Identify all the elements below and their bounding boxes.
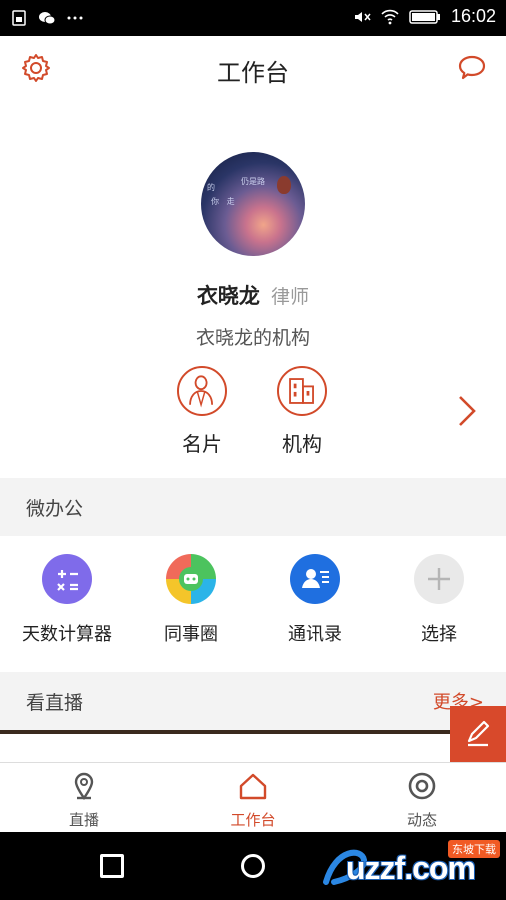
chevron-right-icon[interactable] bbox=[456, 394, 480, 428]
live-pin-icon bbox=[74, 772, 94, 801]
micro-office-header: 微办公 bbox=[0, 478, 506, 536]
micro-office-title: 微办公 bbox=[26, 498, 84, 520]
organization-label: 机构 bbox=[282, 432, 322, 456]
contacts-button[interactable]: 通讯录 bbox=[252, 554, 378, 646]
profile-name-row: 衣晓龙 律师 bbox=[0, 280, 506, 310]
battery-icon bbox=[409, 9, 440, 24]
profile-name: 衣晓龙 bbox=[196, 284, 260, 308]
profile-organization: 衣晓龙的机构 bbox=[195, 327, 310, 349]
nav-workbench-label: 工作台 bbox=[230, 811, 276, 829]
live-header: 看直播 更多> bbox=[0, 672, 506, 730]
colleague-circle-button[interactable]: 同事圈 bbox=[128, 554, 254, 646]
colleague-circle-label: 同事圈 bbox=[164, 624, 218, 645]
bottom-nav: 直播 工作台 动态 bbox=[0, 762, 506, 832]
person-card-icon bbox=[189, 375, 214, 408]
micro-office-grid: 天数计算器 同事圈 通讯录 选择 bbox=[0, 536, 506, 672]
wifi-icon bbox=[381, 9, 399, 24]
organization-button[interactable]: 机构 bbox=[262, 366, 342, 457]
add-app-label: 选择 bbox=[421, 624, 457, 645]
nav-feed[interactable]: 动态 bbox=[372, 771, 472, 830]
watermark-text: uzzf.com bbox=[346, 850, 476, 886]
nav-live-label: 直播 bbox=[68, 811, 99, 829]
day-calculator-button[interactable]: 天数计算器 bbox=[4, 554, 130, 646]
avatar[interactable]: 的 仍是路 你 走 bbox=[201, 152, 305, 256]
colleague-circle-icon bbox=[166, 554, 216, 604]
chat-bubble-icon[interactable] bbox=[456, 52, 488, 84]
pen-icon bbox=[467, 720, 490, 747]
live-title: 看直播 bbox=[26, 692, 84, 714]
contacts-label: 通讯录 bbox=[288, 624, 342, 645]
nav-feed-label: 动态 bbox=[406, 811, 437, 829]
nav-live[interactable]: 直播 bbox=[34, 771, 134, 830]
profile-role: 律师 bbox=[271, 286, 310, 308]
business-card-button[interactable]: 名片 bbox=[162, 366, 242, 457]
building-icon bbox=[289, 378, 314, 404]
app-header: 工作台 bbox=[0, 36, 506, 102]
status-bar: 16:02 bbox=[0, 0, 506, 36]
calculator-icon bbox=[42, 554, 92, 604]
live-banner-strip[interactable] bbox=[0, 730, 506, 734]
wechat-icon bbox=[39, 12, 56, 25]
compose-button[interactable] bbox=[450, 706, 506, 762]
mute-icon bbox=[354, 11, 371, 22]
plus-icon bbox=[414, 554, 464, 604]
status-time: 16:02 bbox=[450, 6, 496, 26]
add-app-button[interactable]: 选择 bbox=[376, 554, 502, 646]
nav-workbench[interactable]: 工作台 bbox=[203, 771, 303, 830]
target-icon bbox=[408, 772, 436, 800]
contacts-icon bbox=[290, 554, 340, 604]
business-card-label: 名片 bbox=[182, 432, 222, 456]
sim-icon bbox=[12, 10, 26, 26]
recent-apps-button[interactable] bbox=[100, 854, 124, 878]
day-calculator-label: 天数计算器 bbox=[22, 624, 112, 645]
page-title: 工作台 bbox=[217, 59, 289, 87]
more-dots-icon bbox=[67, 16, 83, 20]
watermark-logo: 东坡下载 uzzf.com bbox=[318, 836, 504, 896]
home-button[interactable] bbox=[241, 854, 265, 878]
profile-actions: 名片 机构 bbox=[0, 366, 506, 462]
home-icon bbox=[239, 773, 267, 800]
